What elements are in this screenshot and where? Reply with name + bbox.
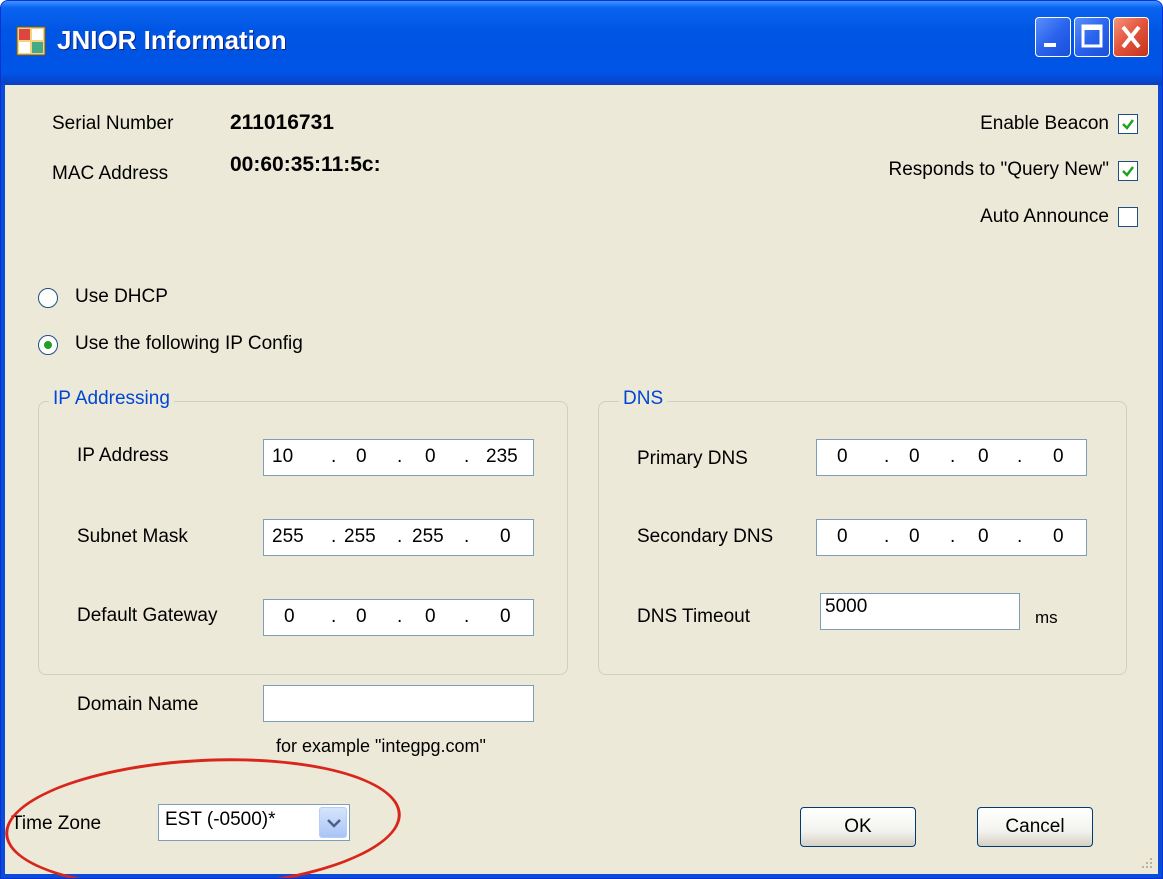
ip-octet: 0: [1053, 446, 1064, 467]
secondary-dns-label: Secondary DNS: [637, 526, 774, 547]
subnet-mask-label: Subnet Mask: [77, 526, 188, 547]
jnior-information-window: JNIOR Information Serial Number 21101673…: [0, 0, 1163, 879]
window-title: JNIOR Information: [57, 25, 287, 55]
domain-name-label: Domain Name: [77, 694, 199, 715]
use-static-ip-radio[interactable]: [38, 335, 58, 355]
ip-octet: 0: [425, 446, 436, 467]
use-dhcp-radio[interactable]: [38, 288, 58, 308]
mac-address-value: 00:60:35:11:5c:: [230, 153, 381, 176]
dot-separator: .: [397, 526, 403, 547]
query-new-label: Responds to "Query New": [888, 159, 1109, 180]
domain-name-hint: for example "integpg.com": [276, 736, 486, 756]
subnet-mask-input[interactable]: 255. 255. 255. 0: [263, 519, 534, 556]
dns-title: DNS: [619, 388, 668, 410]
dot-separator: .: [950, 446, 956, 467]
radio-selected-dot: [44, 341, 52, 349]
dot-separator: .: [1017, 446, 1023, 467]
ip-address-input[interactable]: 10. 0. 0. 235: [263, 439, 534, 476]
minimize-button[interactable]: [1035, 17, 1071, 57]
dot-separator: .: [884, 446, 890, 467]
domain-name-input[interactable]: [263, 685, 534, 722]
ip-octet: 0: [837, 526, 848, 547]
dns-timeout-unit: ms: [1035, 608, 1058, 627]
dot-separator: .: [464, 526, 470, 547]
default-gateway-label: Default Gateway: [77, 605, 218, 626]
resize-grip-icon[interactable]: [1138, 854, 1154, 870]
serial-number-label: Serial Number: [52, 113, 174, 134]
title-bar[interactable]: JNIOR Information: [1, 1, 1162, 85]
app-icon: [16, 26, 46, 56]
dot-separator: .: [464, 606, 470, 627]
ip-octet: 255: [344, 526, 376, 547]
dot-separator: .: [331, 446, 337, 467]
dot-separator: .: [397, 446, 403, 467]
enable-beacon-checkbox[interactable]: [1118, 114, 1138, 134]
dot-separator: .: [331, 526, 337, 547]
secondary-dns-input[interactable]: 0. 0. 0. 0: [816, 519, 1087, 556]
mac-address-label: MAC Address: [52, 163, 169, 184]
ip-addressing-title: IP Addressing: [49, 388, 174, 410]
time-zone-value: EST (-0500)*: [165, 809, 276, 830]
use-static-ip-label: Use the following IP Config: [75, 333, 303, 354]
ip-octet: 0: [500, 606, 511, 627]
ip-octet: 0: [978, 446, 989, 467]
ok-button[interactable]: OK: [800, 807, 916, 847]
dropdown-button[interactable]: [319, 807, 347, 838]
maximize-icon: [1081, 24, 1103, 48]
dot-separator: .: [397, 606, 403, 627]
ip-octet: 0: [425, 606, 436, 627]
dns-timeout-label: DNS Timeout: [637, 606, 750, 627]
minimize-icon: [1044, 43, 1056, 47]
ip-octet: 0: [978, 526, 989, 547]
time-zone-select[interactable]: EST (-0500)*: [158, 804, 350, 841]
ip-octet: 0: [909, 446, 920, 467]
dot-separator: .: [464, 446, 470, 467]
ip-octet: 0: [909, 526, 920, 547]
dialog-body: Serial Number 211016731 MAC Address 00:6…: [1, 85, 1158, 878]
ip-octet: 255: [272, 526, 304, 547]
dot-separator: .: [884, 526, 890, 547]
time-zone-label: Time Zone: [11, 813, 102, 834]
ip-octet: 0: [500, 526, 511, 547]
primary-dns-input[interactable]: 0. 0. 0. 0: [816, 439, 1087, 476]
default-gateway-input[interactable]: 0. 0. 0. 0: [263, 599, 534, 636]
ip-octet: 0: [1053, 526, 1064, 547]
auto-announce-checkbox[interactable]: [1118, 207, 1138, 227]
use-dhcp-label: Use DHCP: [75, 286, 168, 307]
ip-octet: 255: [412, 526, 444, 547]
maximize-button[interactable]: [1074, 17, 1110, 57]
primary-dns-label: Primary DNS: [637, 448, 748, 469]
ip-address-label: IP Address: [77, 445, 169, 466]
chevron-down-icon: [327, 819, 341, 828]
close-button[interactable]: [1113, 17, 1149, 57]
query-new-checkbox[interactable]: [1118, 161, 1138, 181]
auto-announce-label: Auto Announce: [980, 206, 1109, 227]
ip-octet: 0: [356, 446, 367, 467]
dot-separator: .: [950, 526, 956, 547]
ip-octet: 10: [272, 446, 294, 467]
dot-separator: .: [1017, 526, 1023, 547]
checkmark-icon: [1122, 166, 1134, 177]
serial-number-value: 211016731: [230, 111, 334, 134]
dns-timeout-input[interactable]: 5000: [820, 593, 1020, 630]
checkmark-icon: [1122, 119, 1134, 130]
close-icon: [1121, 25, 1141, 49]
ip-octet: 235: [486, 446, 518, 467]
cancel-button[interactable]: Cancel: [977, 807, 1093, 847]
enable-beacon-label: Enable Beacon: [980, 113, 1109, 134]
ip-octet: 0: [837, 446, 848, 467]
dot-separator: .: [331, 606, 337, 627]
ip-octet: 0: [356, 606, 367, 627]
ip-octet: 0: [284, 606, 295, 627]
